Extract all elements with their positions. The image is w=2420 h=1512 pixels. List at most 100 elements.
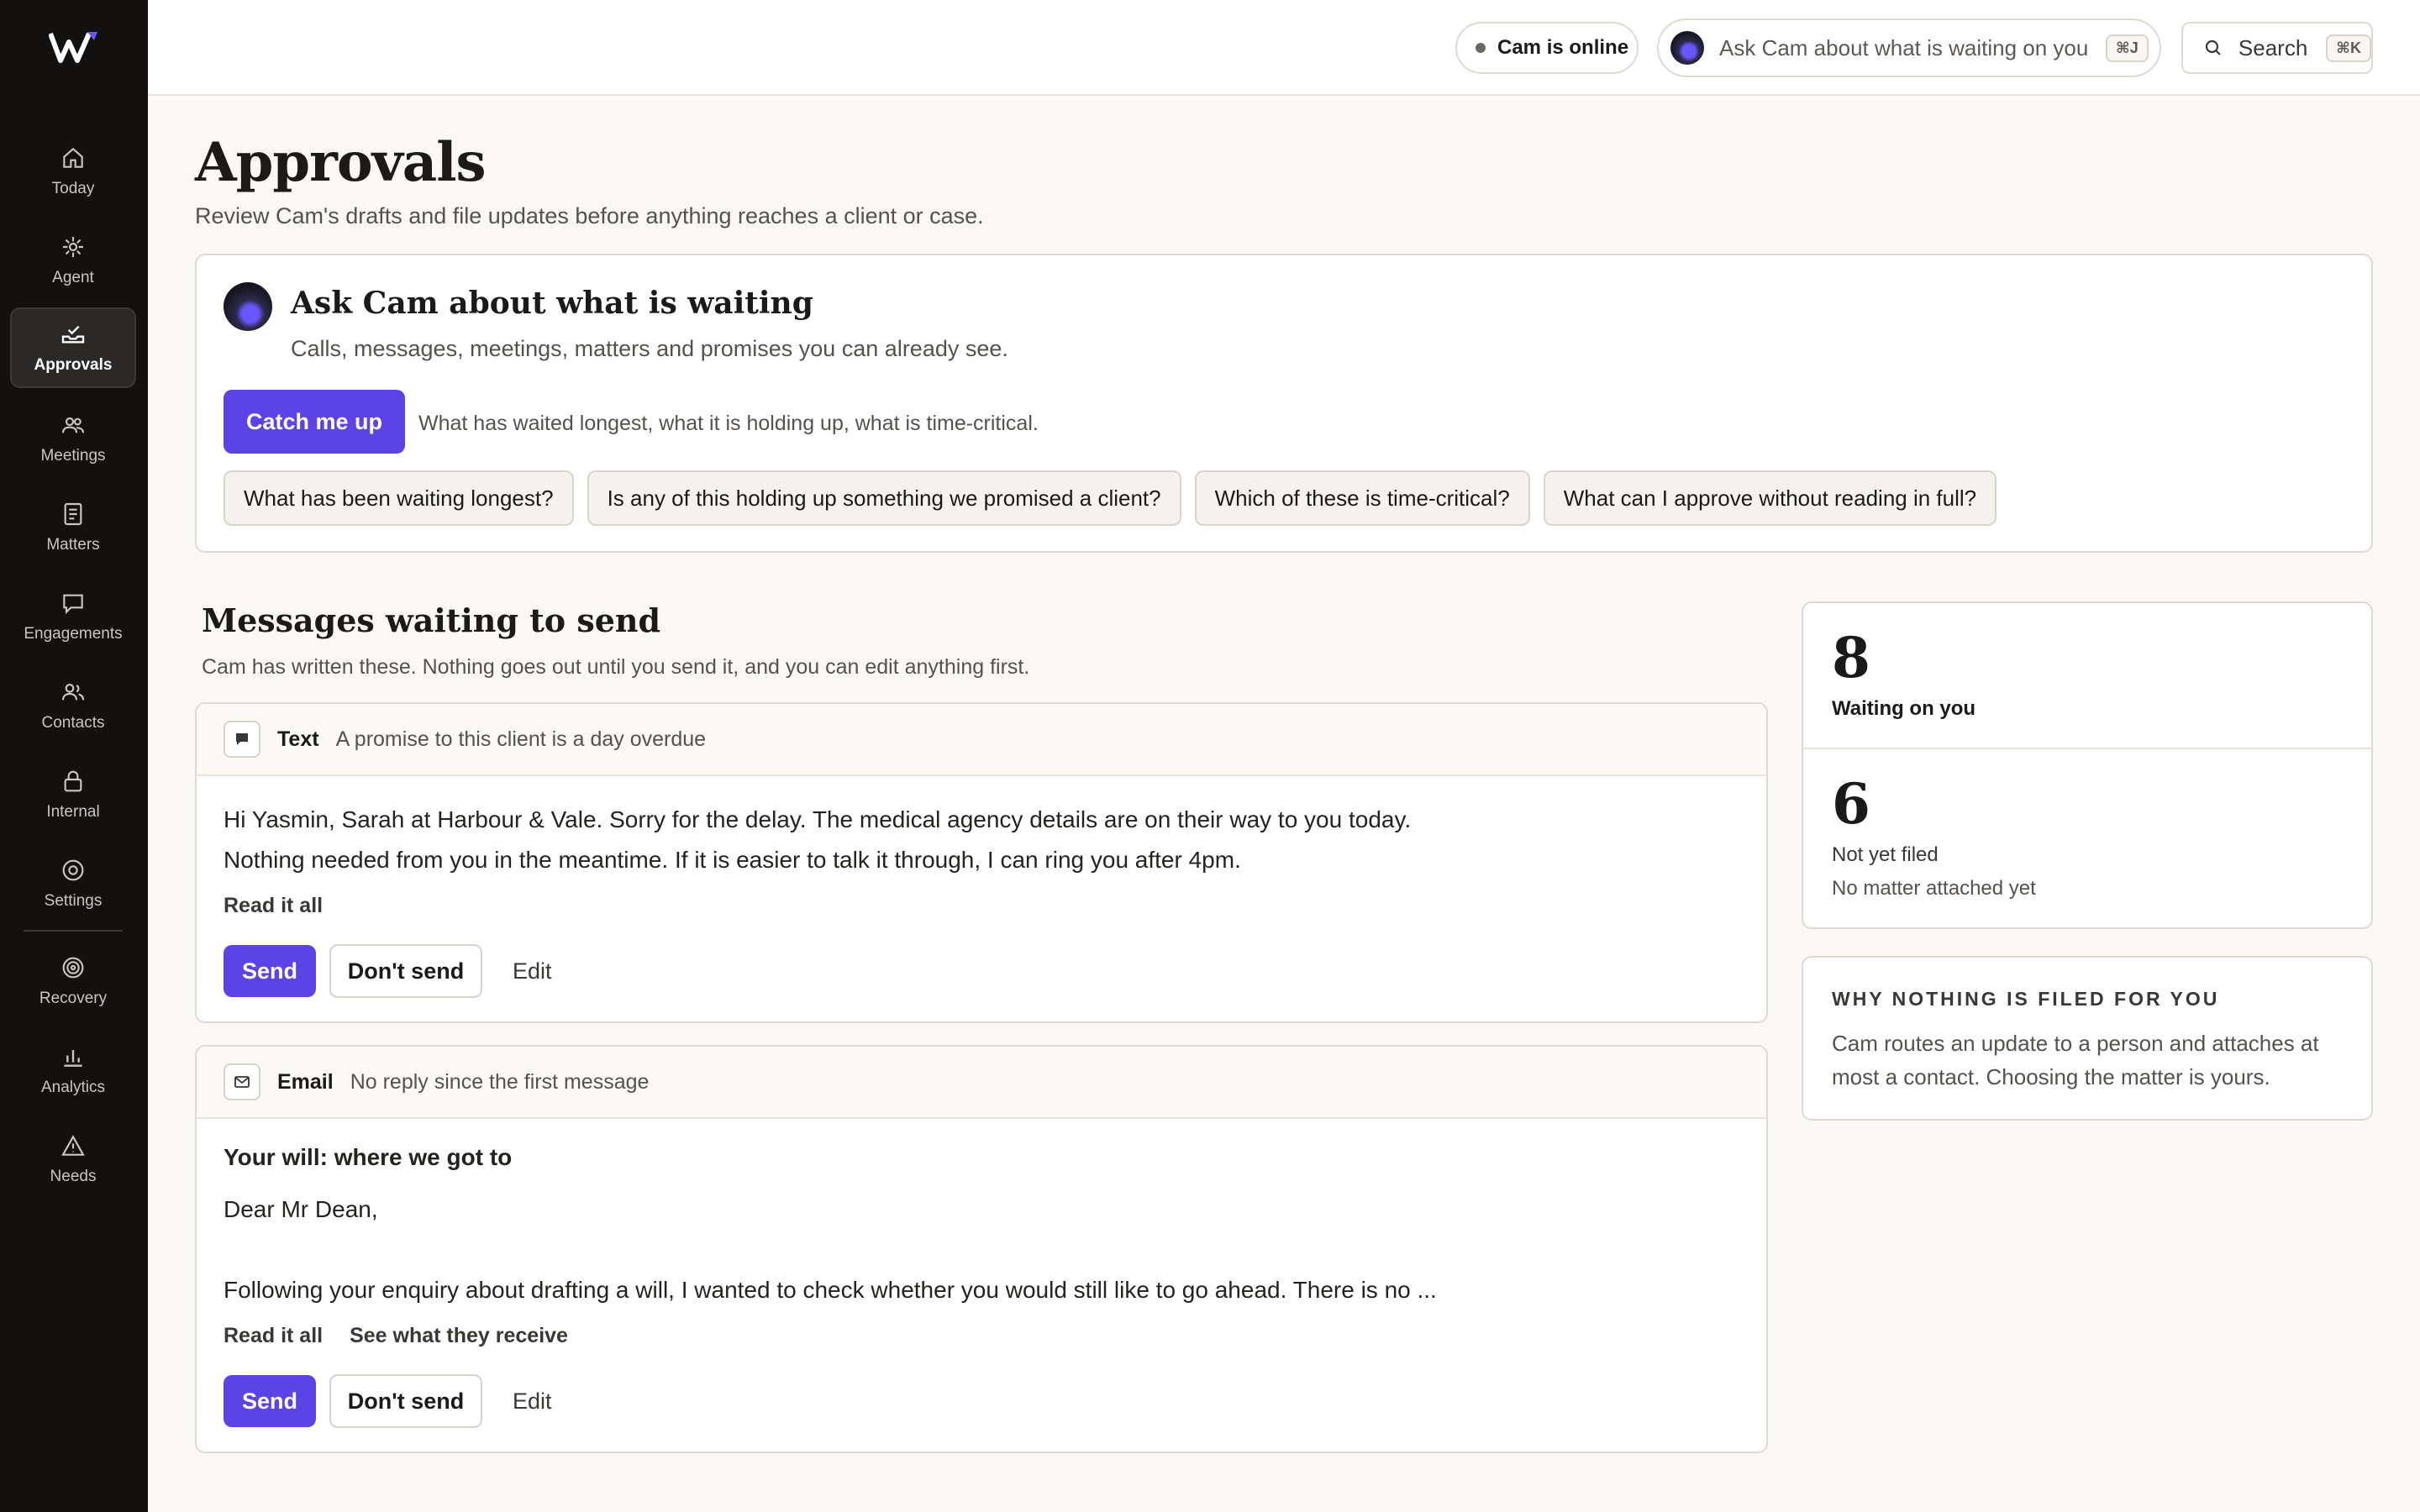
warning-icon: [61, 1135, 85, 1156]
read-it-all-link[interactable]: Read it all: [224, 1324, 323, 1348]
sidebar-item-internal[interactable]: Internal: [10, 754, 136, 835]
waiting-count: 8: [1832, 625, 1870, 690]
dont-send-button[interactable]: Don't send: [329, 944, 482, 998]
search-shortcut-badge: ⌘K: [2326, 34, 2371, 62]
ask-shortcut-badge: ⌘J: [2106, 34, 2149, 62]
email-greeting: Dear Mr Dean,: [224, 1196, 378, 1222]
message-type-icon: [224, 721, 260, 758]
ask-card-title: Ask Cam about what is waiting: [291, 286, 813, 321]
message-header: Email No reply since the first message: [197, 1047, 1766, 1119]
sidebar-item-contacts[interactable]: Contacts: [10, 665, 136, 746]
dont-send-button[interactable]: Don't send: [329, 1374, 482, 1428]
page-subtitle: Review Cam's drafts and file updates bef…: [195, 203, 984, 228]
status-dot: [1476, 43, 1486, 53]
read-it-all-link[interactable]: Read it all: [224, 894, 323, 918]
email-preview: Following your enquiry about drafting a …: [224, 1277, 1437, 1303]
sidebar-item-today[interactable]: Today: [10, 131, 136, 212]
agent-status-text: Cam is online: [1497, 36, 1629, 59]
contacts-icon: [61, 684, 85, 701]
sidebar-item-label: Matters: [46, 536, 100, 554]
edit-button[interactable]: Edit: [513, 1389, 552, 1415]
message-type: Text: [277, 727, 319, 751]
suggestion-chip[interactable]: What has been waiting longest?: [224, 470, 574, 526]
sidebar-item-label: Meetings: [40, 447, 106, 465]
suggestion-chip[interactable]: Is any of this holding up something we p…: [587, 470, 1181, 526]
suggestion-chips: What has been waiting longest? Is any of…: [224, 470, 1997, 526]
ask-cam-input[interactable]: Ask Cam about what is waiting on you ⌘J: [1657, 18, 2161, 77]
unfiled-label: Not yet filed: [1832, 843, 1939, 866]
send-button[interactable]: Send: [224, 945, 316, 997]
ask-cam-card: Ask Cam about what is waiting Calls, mes…: [195, 254, 2373, 553]
sidebar-item-meetings[interactable]: Meetings: [10, 398, 136, 479]
ask-cam-placeholder: Ask Cam about what is waiting on you: [1719, 34, 2089, 60]
sidebar-item-approvals[interactable]: Approvals: [10, 307, 136, 388]
message-card-email: Email No reply since the first message Y…: [195, 1045, 1768, 1453]
sidebar-item-label: Approvals: [34, 356, 113, 374]
catch-me-up-button[interactable]: Catch me up: [224, 390, 405, 454]
ask-card-description: Calls, messages, meetings, matters and p…: [291, 336, 1008, 361]
inbox-check-icon: [61, 325, 85, 344]
message-actions: Send Don't send Edit: [224, 1374, 552, 1428]
message-links: Read it all See what they receive: [224, 1324, 568, 1348]
why-not-filed-card: WHY NOTHING IS FILED FOR YOU Cam routes …: [1802, 956, 2373, 1121]
why-card-text: Cam routes an update to a person and att…: [1832, 1031, 2319, 1089]
gear-icon: [62, 859, 84, 881]
see-what-they-receive-link[interactable]: See what they receive: [350, 1324, 568, 1348]
sidebar-item-recovery[interactable]: Recovery: [10, 941, 136, 1021]
cam-orb-icon: [1670, 31, 1704, 65]
sidebar: Today Agent Approvals Meetings Matters E…: [0, 0, 148, 1512]
sidebar-item-matters[interactable]: Matters: [10, 487, 136, 568]
message-actions: Send Don't send Edit: [224, 944, 552, 998]
sidebar-item-label: Internal: [46, 803, 100, 821]
brand-logo[interactable]: [49, 30, 97, 64]
edit-button[interactable]: Edit: [513, 958, 552, 984]
catch-me-up-hint: What has waited longest, what it is hold…: [418, 412, 1039, 435]
stats-card: 8 Waiting on you 6 Not yet filed No matt…: [1802, 601, 2373, 929]
messages-section-title: Messages waiting to send: [202, 601, 661, 639]
text-bubble-icon: [236, 733, 248, 745]
send-button[interactable]: Send: [224, 1375, 316, 1427]
sidebar-item-needs[interactable]: Needs: [10, 1119, 136, 1200]
envelope-icon: [234, 1076, 250, 1088]
email-subject: Your will: where we got to: [224, 1144, 513, 1170]
stats-divider: [1803, 748, 2371, 749]
sidebar-item-settings[interactable]: Settings: [10, 843, 136, 924]
sidebar-item-agent[interactable]: Agent: [10, 220, 136, 301]
document-icon: [64, 502, 82, 526]
suggestion-chip[interactable]: Which of these is time-critical?: [1194, 470, 1530, 526]
sidebar-item-label: Agent: [52, 269, 94, 286]
home-icon: [63, 147, 83, 168]
suggestion-chip[interactable]: What can I approve without reading in fu…: [1543, 470, 1997, 526]
page-title: Approvals: [195, 131, 487, 194]
message-line: Hi Yasmin, Sarah at Harbour & Vale. Sorr…: [224, 806, 1412, 832]
cam-orb-icon: [224, 282, 272, 331]
sidebar-item-label: Contacts: [41, 714, 105, 732]
sidebar-item-analytics[interactable]: Analytics: [10, 1030, 136, 1110]
sidebar-divider: [24, 930, 123, 932]
why-card-title: WHY NOTHING IS FILED FOR YOU: [1832, 988, 2220, 1010]
topbar: Cam is online Ask Cam about what is wait…: [148, 0, 2420, 96]
sidebar-item-engagements[interactable]: Engagements: [10, 576, 136, 657]
sidebar-item-label: Today: [51, 180, 95, 197]
search-label: Search: [2238, 34, 2308, 60]
waiting-label: Waiting on you: [1832, 697, 1976, 720]
message-reason: No reply since the first message: [350, 1069, 650, 1094]
messages-section-subtitle: Cam has written these. Nothing goes out …: [202, 655, 1030, 679]
target-icon: [62, 957, 84, 979]
search-icon: [2205, 39, 2221, 55]
message-links: Read it all: [224, 894, 323, 918]
message-type-icon: [224, 1063, 260, 1100]
sidebar-item-label: Settings: [44, 892, 103, 910]
message-card-text: Text A promise to this client is a day o…: [195, 702, 1768, 1023]
sidebar-item-label: Engagements: [24, 625, 123, 643]
search-button[interactable]: Search ⌘K: [2181, 22, 2373, 74]
sparkle-icon: [63, 237, 83, 257]
sidebar-item-label: Analytics: [40, 1079, 106, 1096]
message-line: Nothing needed from you in the meantime.…: [224, 847, 1241, 873]
people-icon: [61, 417, 85, 433]
message-type: Email: [277, 1069, 334, 1094]
lock-icon: [64, 770, 82, 792]
sidebar-item-label: Needs: [50, 1168, 97, 1185]
sidebar-item-label: Recovery: [39, 990, 108, 1007]
agent-status-pill[interactable]: Cam is online: [1455, 22, 1639, 74]
